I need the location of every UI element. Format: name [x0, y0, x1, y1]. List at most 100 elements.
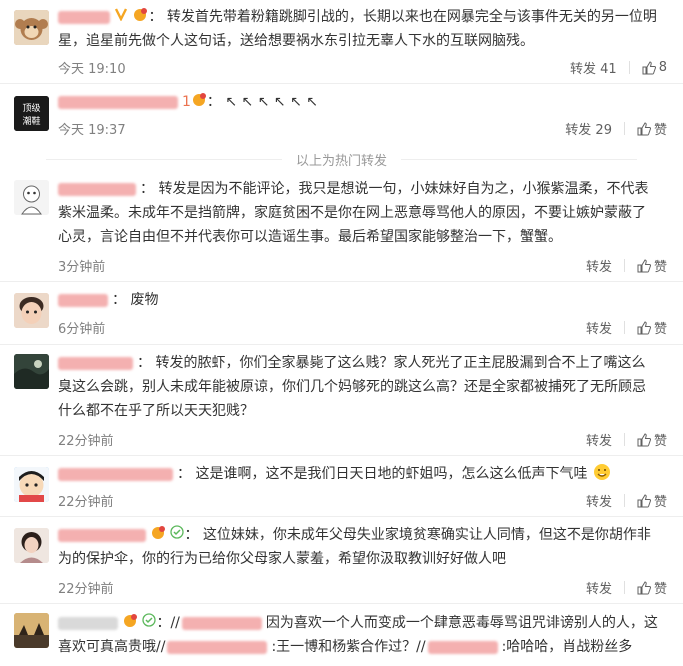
- repost-button[interactable]: 转发: [586, 578, 612, 597]
- avatar[interactable]: 顶级 潮鞋: [14, 96, 49, 131]
- member-crown-icon: [150, 523, 166, 547]
- comment-body: ： 转发的脓虾，你们全家暴毙了这么贱？家人死光了正主屁股漏到合不上了嘴这么臭这么…: [58, 355, 646, 419]
- thumbs-up-icon: [637, 258, 651, 272]
- repost-button[interactable]: 转发 41: [570, 58, 617, 77]
- repost-label: 转发: [585, 434, 612, 449]
- comment-body: ： 废物: [58, 288, 659, 312]
- action-divider: [623, 433, 625, 446]
- like-count: 8: [658, 60, 667, 75]
- divider-line: [401, 158, 637, 160]
- comment-meta: 22分钟前 转发 赞: [58, 430, 667, 450]
- repost-item: ：//因为喜欢一个人而变成一个肆意恶毒辱骂诅咒诽谤别人的人，这 喜欢可真高贵哦/…: [0, 605, 683, 666]
- like-button[interactable]: 赞: [637, 318, 667, 337]
- comment-text: 转发首先带着粉籍跳脚引战的，长期以来也在网暴完全与该事件无关的另一位明星，追星前…: [58, 9, 657, 49]
- comment-body: 1： ↖ ↖ ↖ ↖ ↖ ↖: [58, 90, 659, 114]
- comment-text: ↖ ↖ ↖ ↖ ↖ ↖: [225, 94, 319, 110]
- like-button[interactable]: 赞: [637, 256, 667, 275]
- svg-text:顶级: 顶级: [22, 102, 40, 114]
- action-bar: 转发 赞: [586, 318, 667, 337]
- mention-link[interactable]: [181, 616, 262, 630]
- like-button[interactable]: 赞: [637, 430, 667, 449]
- like-label: 赞: [653, 582, 667, 597]
- avatar[interactable]: [14, 354, 49, 389]
- mention-link[interactable]: [167, 640, 268, 654]
- avatar[interactable]: [14, 528, 49, 563]
- username-link[interactable]: [58, 95, 178, 109]
- timestamp: 22分钟前: [58, 582, 114, 597]
- avatar[interactable]: [14, 293, 49, 328]
- repost-button[interactable]: 转发: [586, 256, 612, 275]
- action-bar: 转发 赞: [586, 578, 667, 597]
- divider-label: 以上为热门转发: [295, 153, 387, 169]
- comment-meta: 今天 19:37 转发 29 赞: [58, 119, 667, 139]
- vip-v-icon: [114, 5, 128, 29]
- timestamp: 22分钟前: [58, 434, 114, 449]
- repost-item: 顶级 潮鞋 1： ↖ ↖ ↖ ↖ ↖ ↖ 今天 19:37 转发 29 赞: [0, 85, 683, 146]
- mention-link[interactable]: [427, 640, 498, 654]
- timestamp: 3分钟前: [58, 260, 106, 275]
- like-label: 赞: [653, 260, 667, 275]
- repost-label: 转发: [585, 322, 612, 337]
- repost-item: ： 这位妹妹，你未成年父母失业家境贫寒确实让人同情，但这不是你胡作非为的保护伞，…: [0, 518, 683, 604]
- like-button[interactable]: 8: [642, 60, 667, 75]
- comment-text: 这是谁啊，这不是我们日天日地的虾姐吗，怎么这么低声下气哇: [195, 466, 588, 482]
- action-bar: 转发 赞: [586, 430, 667, 449]
- timestamp: 6分钟前: [58, 322, 106, 337]
- thumbs-up-icon: [642, 60, 656, 74]
- thumbs-up-icon: [637, 121, 651, 135]
- member-crown-icon: [132, 5, 148, 29]
- like-label: 赞: [653, 495, 667, 510]
- action-bar: 转发 赞: [586, 256, 667, 275]
- repost-label: 转发: [585, 495, 612, 510]
- comment-meta: 今天 19:10 转发 41 8: [58, 58, 667, 78]
- username-suffix[interactable]: 1: [182, 94, 191, 110]
- username-link[interactable]: [58, 182, 136, 196]
- username-link[interactable]: [58, 467, 173, 481]
- verified-check-icon: [142, 611, 157, 635]
- svg-text:潮鞋: 潮鞋: [22, 115, 40, 127]
- repost-item: ： 这是谁啊，这不是我们日天日地的虾姐吗，怎么这么低声下气哇 22分钟前 转发 …: [0, 457, 683, 517]
- repost-item: ： 转发的脓虾，你们全家暴毙了这么贱？家人死光了正主屁股漏到合不上了嘴这么臭这么…: [0, 346, 683, 456]
- avatar[interactable]: [14, 180, 49, 215]
- timestamp: 22分钟前: [58, 495, 114, 510]
- hot-reposts-divider: 以上为热门转发: [0, 146, 683, 172]
- like-button[interactable]: 赞: [637, 491, 667, 510]
- username-link[interactable]: [58, 356, 133, 370]
- comment-text: 转发的脓虾，你们全家暴毙了这么贱？家人死光了正主屁股漏到合不上了嘴这么臭这么会跳…: [58, 355, 646, 419]
- username-link[interactable]: [58, 293, 108, 307]
- repost-button[interactable]: 转发: [586, 318, 612, 337]
- comment-text: 废物: [130, 292, 159, 308]
- avatar[interactable]: [14, 467, 49, 502]
- username-link[interactable]: [58, 10, 110, 24]
- comment-body: ： 转发是因为不能评论，我只是想说一句，小妹妹好自为之，小猴紫温柔，不代表紫米温…: [58, 181, 649, 245]
- verified-check-icon: [170, 523, 185, 547]
- comment-body: ：//因为喜欢一个人而变成一个肆意恶毒辱骂诅咒诽谤别人的人，这 喜欢可真高贵哦/…: [58, 611, 659, 659]
- action-bar: 转发 29 赞: [565, 119, 667, 138]
- member-crown-icon: [191, 90, 207, 114]
- repost-label: 转发 41: [570, 62, 617, 77]
- comment-meta: 22分钟前 转发 赞: [58, 491, 667, 511]
- repost-button[interactable]: 转发: [586, 430, 612, 449]
- thumbs-up-icon: [637, 580, 651, 594]
- comment-body: ： 这是谁啊，这不是我们日天日地的虾姐吗，怎么这么低声下气哇: [58, 462, 659, 489]
- action-bar: 转发 赞: [586, 491, 667, 510]
- like-button[interactable]: 赞: [637, 119, 667, 138]
- comment-meta: 6分钟前 转发 赞: [58, 318, 667, 338]
- comment-text: 这位妹妹，你未成年父母失业家境贫寒确实让人同情，但这不是你胡作非为的保护伞，你的…: [58, 527, 651, 567]
- username-link[interactable]: [58, 616, 118, 630]
- avatar[interactable]: [14, 10, 49, 45]
- timestamp: 今天 19:37: [58, 123, 126, 138]
- avatar[interactable]: [14, 613, 49, 648]
- action-bar: 转发 41 8: [570, 58, 667, 77]
- thumbs-up-icon: [637, 432, 651, 446]
- like-button[interactable]: 赞: [637, 578, 667, 597]
- repost-item: ： 转发是因为不能评论，我只是想说一句，小妹妹好自为之，小猴紫温柔，不代表紫米温…: [0, 172, 683, 282]
- action-divider: [623, 581, 625, 594]
- repost-button[interactable]: 转发 29: [565, 119, 612, 138]
- username-link[interactable]: [58, 528, 146, 542]
- repost-label: 转发: [585, 582, 612, 597]
- repost-feed: ： 转发首先带着粉籍跳脚引战的，长期以来也在网暴完全与该事件无关的另一位明星，追…: [0, 0, 683, 666]
- action-divider: [623, 122, 625, 135]
- repost-label: 转发: [585, 260, 612, 275]
- repost-button[interactable]: 转发: [586, 491, 612, 510]
